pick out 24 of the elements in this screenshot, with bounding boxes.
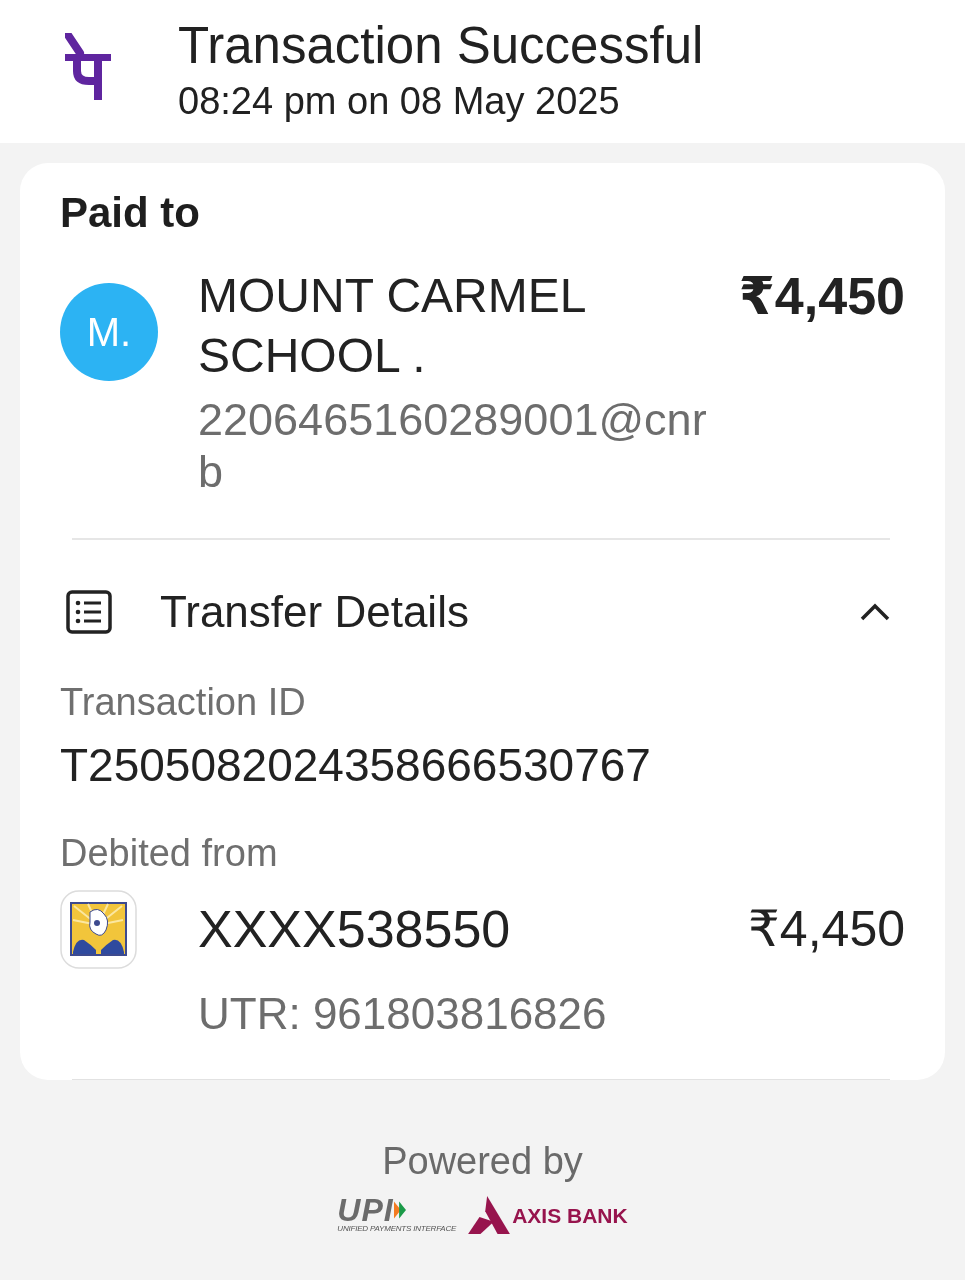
- account-number: XXXX538550: [198, 899, 511, 959]
- page-title: Transaction Successful: [178, 18, 704, 74]
- list-icon: [66, 589, 112, 634]
- utr-number: UTR: 961803816826: [198, 987, 607, 1040]
- field-label: Transaction ID: [60, 679, 306, 725]
- transaction-id: T2505082024358666530767: [60, 737, 651, 792]
- debited-amount: ₹4,450: [748, 900, 905, 959]
- avatar: M.: [60, 283, 158, 381]
- chevron-icon[interactable]: [860, 602, 890, 621]
- triangle-logo-icon: [468, 1196, 511, 1234]
- field-label: Debited from: [60, 830, 278, 876]
- upi-logo-text: UPI: [337, 1196, 394, 1224]
- section-heading: Paid to: [60, 188, 200, 238]
- payee-name: MOUNT CARMEL SCHOOL .: [198, 268, 586, 384]
- transfer-details-toggle[interactable]: Transfer Details: [60, 586, 905, 637]
- powered-by-text: Powered by: [382, 1139, 583, 1184]
- stripes-icon: [393, 1201, 406, 1219]
- upi-tagline: UNIFIED PAYMENTS INTERFACE: [337, 1224, 457, 1234]
- amount: ₹4,450: [738, 266, 905, 326]
- bank-name: AXIS BANK: [512, 1204, 628, 1228]
- logo-icon: [65, 33, 111, 100]
- timestamp: 08:24 pm on 08 May 2025: [178, 79, 620, 123]
- upi-id: 2206465160289001@cnrb: [198, 394, 708, 498]
- bank-emblem-icon: [60, 889, 137, 969]
